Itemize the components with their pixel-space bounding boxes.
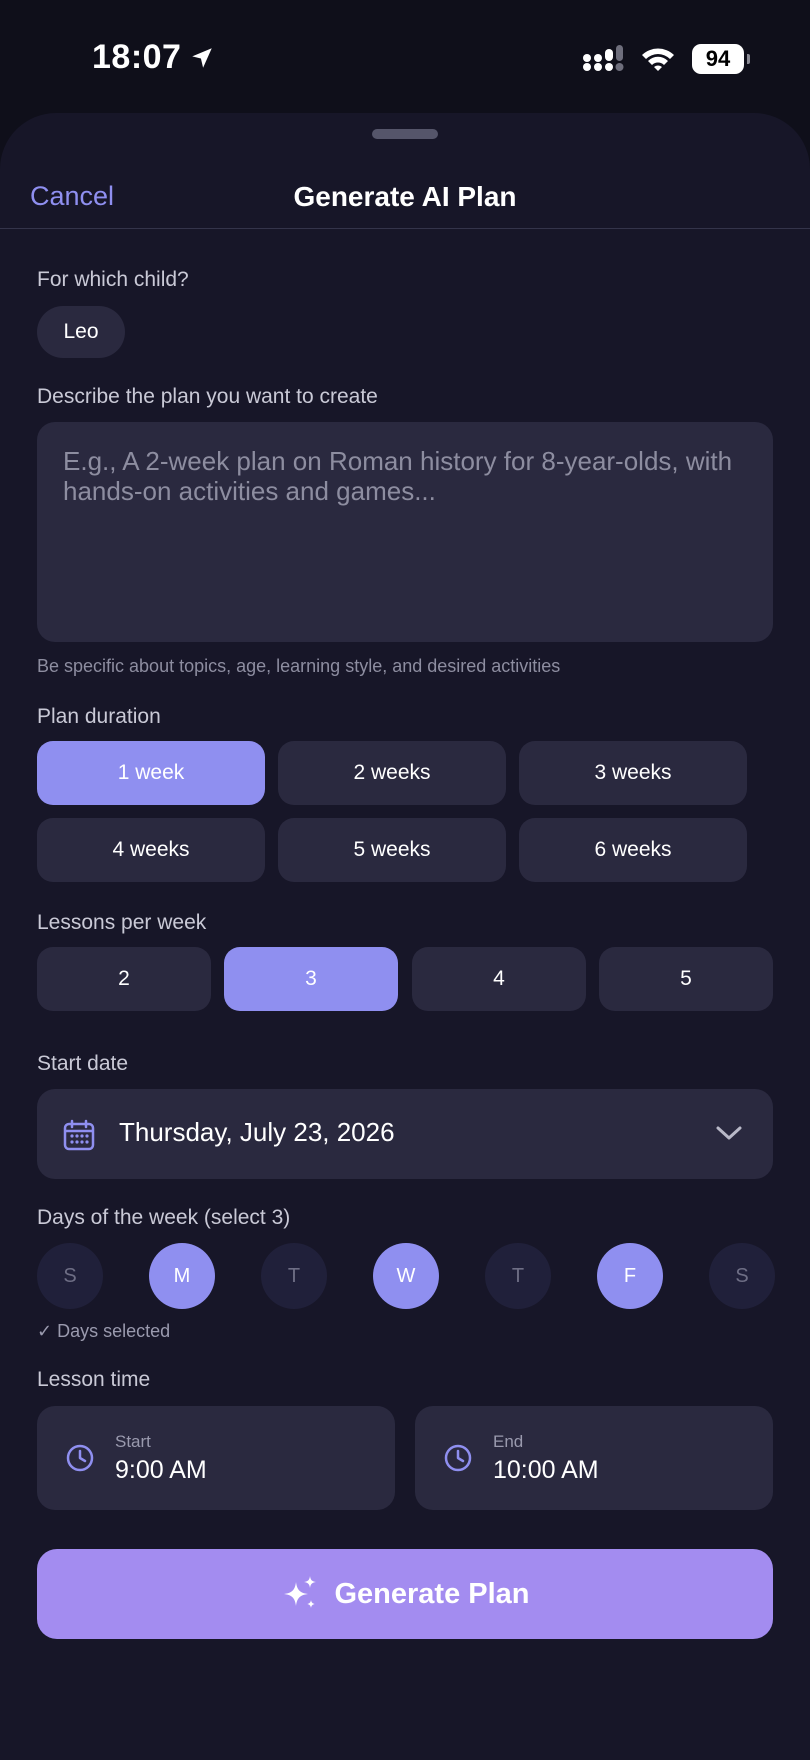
day-monday[interactable]: M (149, 1243, 215, 1309)
start-time-value: 9:00 AM (115, 1456, 207, 1484)
status-time: 18:07 (92, 38, 215, 77)
battery-level: 94 (705, 46, 731, 71)
plan-description-placeholder: E.g., A 2-week plan on Roman history for… (63, 446, 733, 506)
nav-divider (0, 228, 810, 229)
days-label: Days of the week (select 3) (37, 1206, 291, 1229)
battery-icon: 94 (692, 44, 750, 74)
generate-plan-sheet: Cancel Generate AI Plan For which child?… (0, 113, 810, 1760)
status-bar: 18:07 94 (0, 0, 810, 110)
child-label: For which child? (37, 268, 189, 291)
duration-option-3-weeks[interactable]: 3 weeks (519, 741, 747, 805)
start-time-label: Start (115, 1432, 151, 1451)
duration-option-6-weeks[interactable]: 6 weeks (519, 818, 747, 882)
calendar-icon (63, 1119, 95, 1151)
start-date-label: Start date (37, 1052, 129, 1075)
duration-label: Plan duration (37, 705, 161, 728)
status-time-text: 18:07 (92, 38, 182, 76)
lessons-option-3[interactable]: 3 (224, 947, 398, 1011)
nav-bar: Cancel Generate AI Plan (0, 163, 810, 229)
end-time-value: 10:00 AM (493, 1456, 599, 1484)
page-title: Generate AI Plan (293, 181, 517, 212)
end-time-picker[interactable]: End 10:00 AM (415, 1406, 773, 1510)
lessons-option-2[interactable]: 2 (37, 947, 211, 1011)
child-chip-leo[interactable]: Leo (37, 306, 125, 358)
duration-option-2-weeks[interactable]: 2 weeks (278, 741, 506, 805)
lessons-option-5[interactable]: 5 (599, 947, 773, 1011)
sheet-grabber[interactable] (372, 129, 438, 139)
lessons-option-4[interactable]: 4 (412, 947, 586, 1011)
end-time-label: End (493, 1432, 524, 1451)
day-sunday[interactable]: S (37, 1243, 103, 1309)
day-tuesday[interactable]: T (261, 1243, 327, 1309)
clock-icon (66, 1444, 94, 1472)
duration-option-1-week[interactable]: 1 week (37, 741, 265, 805)
status-right: 94 (582, 44, 750, 74)
duration-option-4-weeks[interactable]: 4 weeks (37, 818, 265, 882)
description-label: Describe the plan you want to create (37, 385, 378, 408)
signal-icon (583, 45, 624, 71)
day-wednesday[interactable]: W (373, 1243, 439, 1309)
start-time-picker[interactable]: Start 9:00 AM (37, 1406, 395, 1510)
day-thursday[interactable]: T (485, 1243, 551, 1309)
generate-plan-button[interactable]: Generate Plan (37, 1549, 773, 1639)
start-date-value: Thursday, July 23, 2026 (119, 1117, 395, 1147)
clock-icon (444, 1444, 472, 1472)
lessons-label: Lessons per week (37, 911, 207, 934)
days-selected-status: ✓ Days selected (37, 1321, 171, 1341)
duration-option-5-weeks[interactable]: 5 weeks (278, 818, 506, 882)
start-date-picker[interactable]: Thursday, July 23, 2026 (37, 1089, 773, 1179)
generate-plan-label: Generate Plan (334, 1577, 530, 1610)
sparkles-icon (284, 1576, 317, 1608)
plan-description-input[interactable]: E.g., A 2-week plan on Roman history for… (37, 422, 773, 642)
day-friday[interactable]: F (597, 1243, 663, 1309)
location-arrow-icon (192, 47, 213, 68)
chevron-down-icon (716, 1126, 742, 1140)
lesson-time-label: Lesson time (37, 1368, 151, 1391)
description-hint: Be specific about topics, age, learning … (37, 656, 561, 676)
day-saturday[interactable]: S (709, 1243, 775, 1309)
wifi-icon (642, 48, 674, 71)
